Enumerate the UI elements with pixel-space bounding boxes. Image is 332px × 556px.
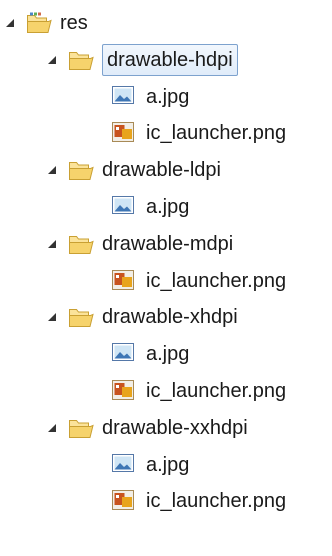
tree-node-label: ic_launcher.png: [146, 122, 287, 145]
tree-node-file[interactable]: a.jpg: [112, 80, 189, 114]
tree-node-file[interactable]: a.jpg: [112, 337, 189, 371]
tree-node-label: a.jpg: [146, 196, 190, 218]
tree-node-label: ic_launcher.png: [146, 269, 287, 292]
tree-node-label: ic_launcher.png: [146, 380, 287, 402]
expand-arrow-icon[interactable]: [46, 311, 58, 323]
tree-node-folder[interactable]: drawable-xhdpi: [46, 300, 238, 334]
tree-node-label: drawable-ldpi: [102, 159, 221, 182]
folder-open-icon: [68, 49, 94, 71]
tree-node-label: a.jpg: [146, 85, 190, 108]
png-file-icon: [112, 490, 138, 512]
resource-folder-icon: [26, 12, 52, 34]
tree-node-file[interactable]: ic_launcher.png: [112, 484, 286, 518]
png-file-icon: [112, 269, 138, 292]
png-file-icon: [112, 122, 138, 144]
tree-node-folder[interactable]: drawable-xxhdpi: [46, 411, 248, 445]
tree-node-label: ic_launcher.png: [146, 490, 287, 513]
tree-node-file[interactable]: ic_launcher.png: [112, 374, 286, 408]
tree-node-label: drawable-xhdpi: [102, 306, 238, 329]
tree-node-file[interactable]: a.jpg: [112, 190, 189, 224]
tree-node-folder[interactable]: drawable-mdpi: [46, 227, 233, 261]
tree-node-label: a.jpg: [146, 343, 190, 366]
tree-node-res[interactable]: res: [4, 6, 88, 40]
expand-arrow-icon[interactable]: [46, 164, 58, 176]
tree-node-label: res: [60, 12, 88, 34]
folder-open-icon: [68, 417, 94, 439]
tree-node-file[interactable]: ic_launcher.png: [112, 116, 286, 150]
png-file-icon: [112, 380, 138, 402]
tree-node-folder[interactable]: drawable-hdpi: [46, 43, 238, 77]
folder-open-icon: [68, 233, 94, 255]
tree-node-label: a.jpg: [146, 453, 190, 476]
image-file-icon: [112, 453, 138, 476]
image-file-icon: [112, 85, 138, 108]
expand-arrow-icon[interactable]: [46, 54, 58, 66]
tree-node-label: drawable-hdpi: [102, 43, 238, 76]
image-file-icon: [112, 196, 138, 218]
project-explorer-tree: res drawable-hdpi a.jpg ic_launcher.png draw…: [0, 0, 332, 556]
folder-open-icon: [68, 306, 94, 328]
expand-arrow-icon[interactable]: [4, 17, 16, 29]
expand-arrow-icon[interactable]: [46, 238, 58, 250]
image-file-icon: [112, 343, 138, 365]
tree-node-file[interactable]: a.jpg: [112, 448, 189, 482]
expand-arrow-icon[interactable]: [46, 422, 58, 434]
tree-node-folder[interactable]: drawable-ldpi: [46, 153, 221, 187]
folder-open-icon: [68, 159, 94, 181]
tree-node-file[interactable]: ic_launcher.png: [112, 264, 286, 298]
tree-node-label: drawable-xxhdpi: [102, 416, 248, 439]
tree-node-label: drawable-mdpi: [102, 232, 234, 255]
